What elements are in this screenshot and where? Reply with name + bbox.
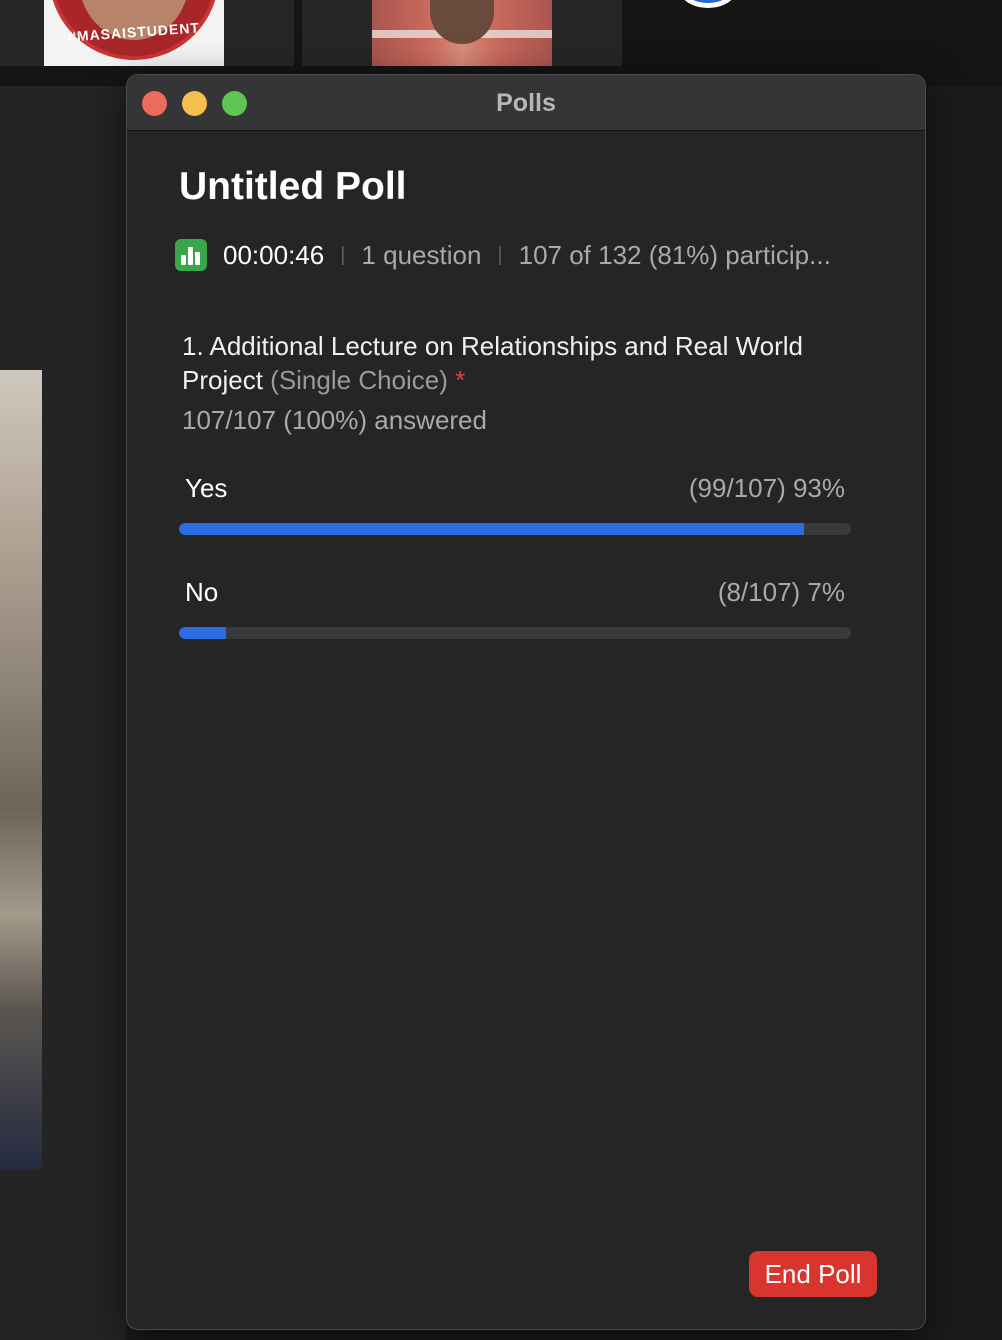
required-marker: * — [455, 365, 466, 395]
poll-meta-row: 00:00:46 | 1 question | 107 of 132 (81%)… — [175, 239, 831, 271]
option-result: (99/107) 93% — [688, 473, 845, 503]
speaker-video — [0, 370, 42, 1170]
participant-video — [372, 0, 552, 66]
result-bar-fill — [179, 523, 804, 535]
result-bar-track — [179, 627, 851, 639]
result-bar-track — [179, 523, 851, 535]
question-count: 1 question — [361, 239, 482, 270]
question-type: (Single Choice) — [270, 365, 448, 395]
window-titlebar[interactable]: Polls — [127, 75, 925, 131]
participation-summary: 107 of 132 (81%) particip... — [518, 239, 831, 270]
option-label: No — [185, 577, 219, 607]
bar-chart-icon — [175, 239, 207, 271]
meeting-stage: #MASAISTUDENT Polls Untitled Poll 00:00:… — [0, 0, 1002, 1340]
meta-divider: | — [497, 243, 503, 266]
option-label: Yes — [185, 473, 228, 503]
poll-timer: 00:00:46 — [223, 239, 325, 270]
window-title: Polls — [496, 89, 556, 117]
polls-window: Polls Untitled Poll 00:00:46 | 1 questio… — [126, 74, 926, 1330]
status-indicator-icon — [680, 0, 736, 8]
end-poll-button[interactable]: End Poll — [749, 1251, 877, 1297]
poll-title: Untitled Poll — [179, 165, 407, 208]
option-result: (8/107) 7% — [717, 577, 845, 607]
answered-count: 107/107 (100%) answered — [182, 405, 487, 435]
question-text: 1. Additional Lecture on Relationships a… — [182, 329, 862, 397]
meta-divider: | — [340, 243, 346, 266]
participant-avatar: #MASAISTUDENT — [44, 0, 224, 66]
result-bar-fill — [179, 627, 227, 639]
